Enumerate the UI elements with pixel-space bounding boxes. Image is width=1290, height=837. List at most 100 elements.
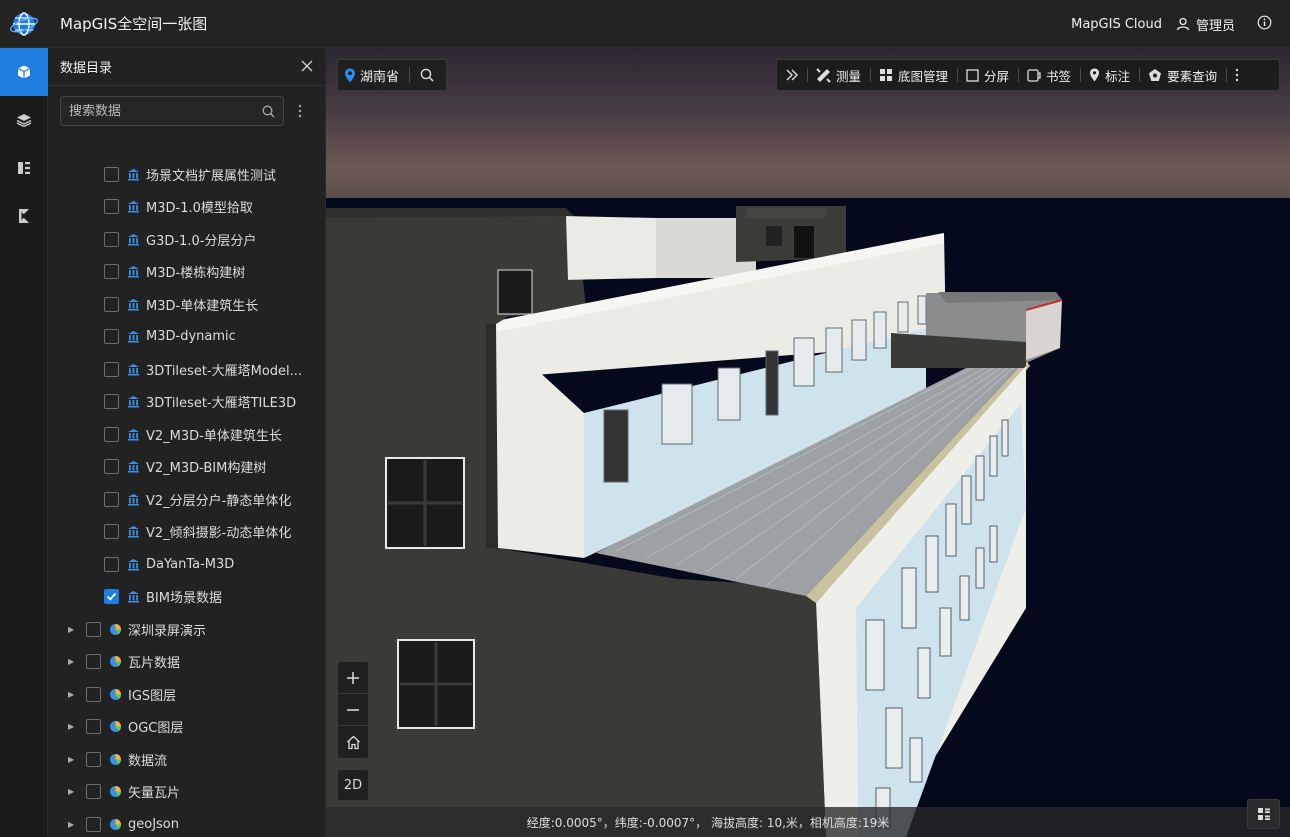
map-toolbar: 测量 底图管理 分屏 书签 标注 要素查询 — [776, 59, 1280, 91]
tree-item[interactable]: 3DTileset-大雁塔TILE3D — [104, 386, 296, 418]
expand-arrow-icon[interactable]: ▶ — [68, 722, 78, 731]
header-right: MapGIS Cloud 管理员 — [1071, 0, 1272, 48]
left-rail — [0, 48, 48, 837]
user-menu[interactable]: 管理员 — [1176, 15, 1235, 34]
tree-item-label: V2_M3D-BIM构建树 — [146, 461, 267, 476]
search-input[interactable] — [69, 103, 262, 119]
tree-item-label: M3D-dynamic — [146, 329, 236, 344]
home-button[interactable] — [338, 726, 368, 758]
tree-item[interactable]: BIM场景数据 — [104, 581, 222, 613]
rail-list[interactable] — [0, 144, 48, 192]
tree-item[interactable]: V2_M3D-单体建筑生长 — [104, 418, 282, 450]
tree-item-checkbox[interactable] — [104, 589, 119, 604]
tree-item[interactable]: ▶ 矢量瓦片 — [68, 776, 180, 808]
view-mode-2d-button[interactable]: 2D — [337, 769, 369, 801]
zoom-in-button[interactable] — [338, 662, 368, 694]
tree-item-checkbox[interactable] — [104, 166, 119, 182]
tool-annotate[interactable]: 标注 — [1080, 59, 1139, 91]
expand-arrow-icon[interactable]: ▶ — [68, 820, 78, 829]
tree-item-checkbox[interactable] — [104, 556, 119, 572]
tree-item-checkbox[interactable] — [104, 491, 119, 507]
toolbar-collapse[interactable] — [777, 59, 807, 91]
expand-arrow-icon[interactable]: ▶ — [68, 657, 78, 666]
tree-item[interactable]: M3D-1.0模型拾取 — [104, 191, 253, 223]
tree-item-checkbox[interactable] — [104, 524, 119, 539]
tree-item-checkbox[interactable] — [86, 719, 101, 734]
map-viewport[interactable]: 湖南省 测量 底图管理 分屏 书签 标注 要素查询 2D 经度:0.0005°，… — [326, 48, 1290, 837]
tree-item-label: DaYanTa-M3D — [146, 556, 235, 572]
tree-item-checkbox[interactable] — [104, 199, 119, 214]
tree-item[interactable]: V2_分层分户-静态单体化 — [104, 483, 291, 515]
tree-item-checkbox[interactable] — [86, 784, 101, 799]
tree-item[interactable]: ▶ 数据流 — [68, 743, 167, 775]
divider — [409, 67, 411, 83]
tree-item-checkbox[interactable] — [86, 621, 101, 637]
tree-item[interactable]: ▶ OGC图层 — [68, 711, 183, 743]
expand-arrow-icon[interactable]: ▶ — [68, 690, 78, 699]
tool-measure[interactable]: 测量 — [807, 59, 870, 91]
location-label: 湖南省 — [360, 69, 400, 85]
tree-item[interactable]: ▶ geoJson — [68, 808, 179, 837]
tree-item-checkbox[interactable] — [86, 686, 101, 702]
tree-item-checkbox[interactable] — [104, 394, 119, 409]
tree-item[interactable]: ▶ 深圳录屏演示 — [68, 613, 206, 645]
search-icon[interactable] — [262, 105, 275, 118]
globe-logo-icon — [0, 0, 48, 48]
tree-item-checkbox[interactable] — [104, 264, 119, 279]
tool-feature-query[interactable]: 要素查询 — [1139, 59, 1226, 91]
tree-item-checkbox[interactable] — [104, 329, 119, 344]
info-icon[interactable] — [1257, 15, 1272, 34]
tool-split[interactable]: 分屏 — [957, 59, 1018, 91]
search-box — [60, 96, 284, 126]
tree-item[interactable]: 场景文档扩展属性测试 — [104, 166, 276, 190]
tree-item-checkbox[interactable] — [104, 231, 119, 247]
pin-icon — [1090, 68, 1100, 82]
expand-arrow-icon[interactable]: ▶ — [68, 755, 78, 764]
tree-item-checkbox[interactable] — [104, 426, 119, 442]
tree-item-checkbox[interactable] — [86, 751, 101, 767]
more-options-icon[interactable] — [298, 104, 302, 118]
tree-item-label: 3DTileset-大雁塔Model... — [146, 363, 303, 379]
expand-arrow-icon[interactable]: ▶ — [68, 625, 78, 634]
cloud-link[interactable]: MapGIS Cloud — [1071, 17, 1162, 32]
rail-tool[interactable] — [0, 192, 48, 240]
tool-bookmark-label: 书签 — [1046, 68, 1072, 84]
map-search-icon[interactable] — [420, 68, 434, 82]
rail-data-catalog[interactable] — [0, 48, 48, 96]
data-tree: 场景文档扩展属性测试 M3D-1.0模型拾取 G3D-1.0-分层分户 M3D-楼栋构… — [48, 166, 312, 837]
tree-item[interactable]: G3D-1.0-分层分户 — [104, 223, 256, 255]
tree-item[interactable]: V2_M3D-BIM构建树 — [104, 451, 266, 483]
tree-item[interactable]: M3D-楼栋构建树 — [104, 256, 245, 288]
tree-item-checkbox[interactable] — [104, 296, 119, 312]
expand-arrow-icon[interactable]: ▶ — [68, 787, 78, 796]
tree-item-checkbox[interactable] — [86, 816, 101, 832]
pie-icon — [109, 655, 122, 668]
zoom-out-button[interactable] — [338, 694, 368, 726]
pie-icon — [109, 753, 122, 766]
user-icon — [1176, 17, 1190, 31]
tree-item[interactable]: ▶ IGS图层 — [68, 678, 176, 710]
list-icon — [18, 162, 30, 174]
tree-item[interactable]: ▶ 瓦片数据 — [68, 646, 180, 678]
tree-item[interactable]: M3D-dynamic — [104, 321, 236, 353]
tool-bookmark[interactable]: 书签 — [1018, 59, 1080, 91]
tree-item[interactable]: 3DTileset-大雁塔Model... — [104, 353, 302, 385]
tree-item[interactable]: DaYanTa-M3D — [104, 548, 234, 580]
tree-item-label: BIM场景数据 — [146, 591, 222, 606]
building-icon — [127, 200, 140, 213]
tree-item-checkbox[interactable] — [104, 361, 119, 377]
layout-toggle-button[interactable] — [1247, 799, 1280, 829]
app-title: MapGIS全空间一张图 — [60, 15, 208, 33]
tree-item[interactable]: V2_倾斜摄影-动态单体化 — [104, 516, 291, 548]
location-selector[interactable]: 湖南省 — [337, 59, 447, 91]
tree-item[interactable]: M3D-单体建筑生长 — [104, 288, 258, 320]
building-icon — [127, 298, 140, 311]
tree-item-checkbox[interactable] — [86, 654, 101, 669]
home-icon — [346, 735, 360, 749]
tool-basemap[interactable]: 底图管理 — [870, 59, 957, 91]
rail-layers[interactable] — [0, 96, 48, 144]
grid-list-icon — [1257, 808, 1270, 820]
close-icon[interactable] — [301, 57, 313, 76]
tree-item-checkbox[interactable] — [104, 459, 119, 474]
toolbar-more[interactable] — [1226, 59, 1248, 91]
